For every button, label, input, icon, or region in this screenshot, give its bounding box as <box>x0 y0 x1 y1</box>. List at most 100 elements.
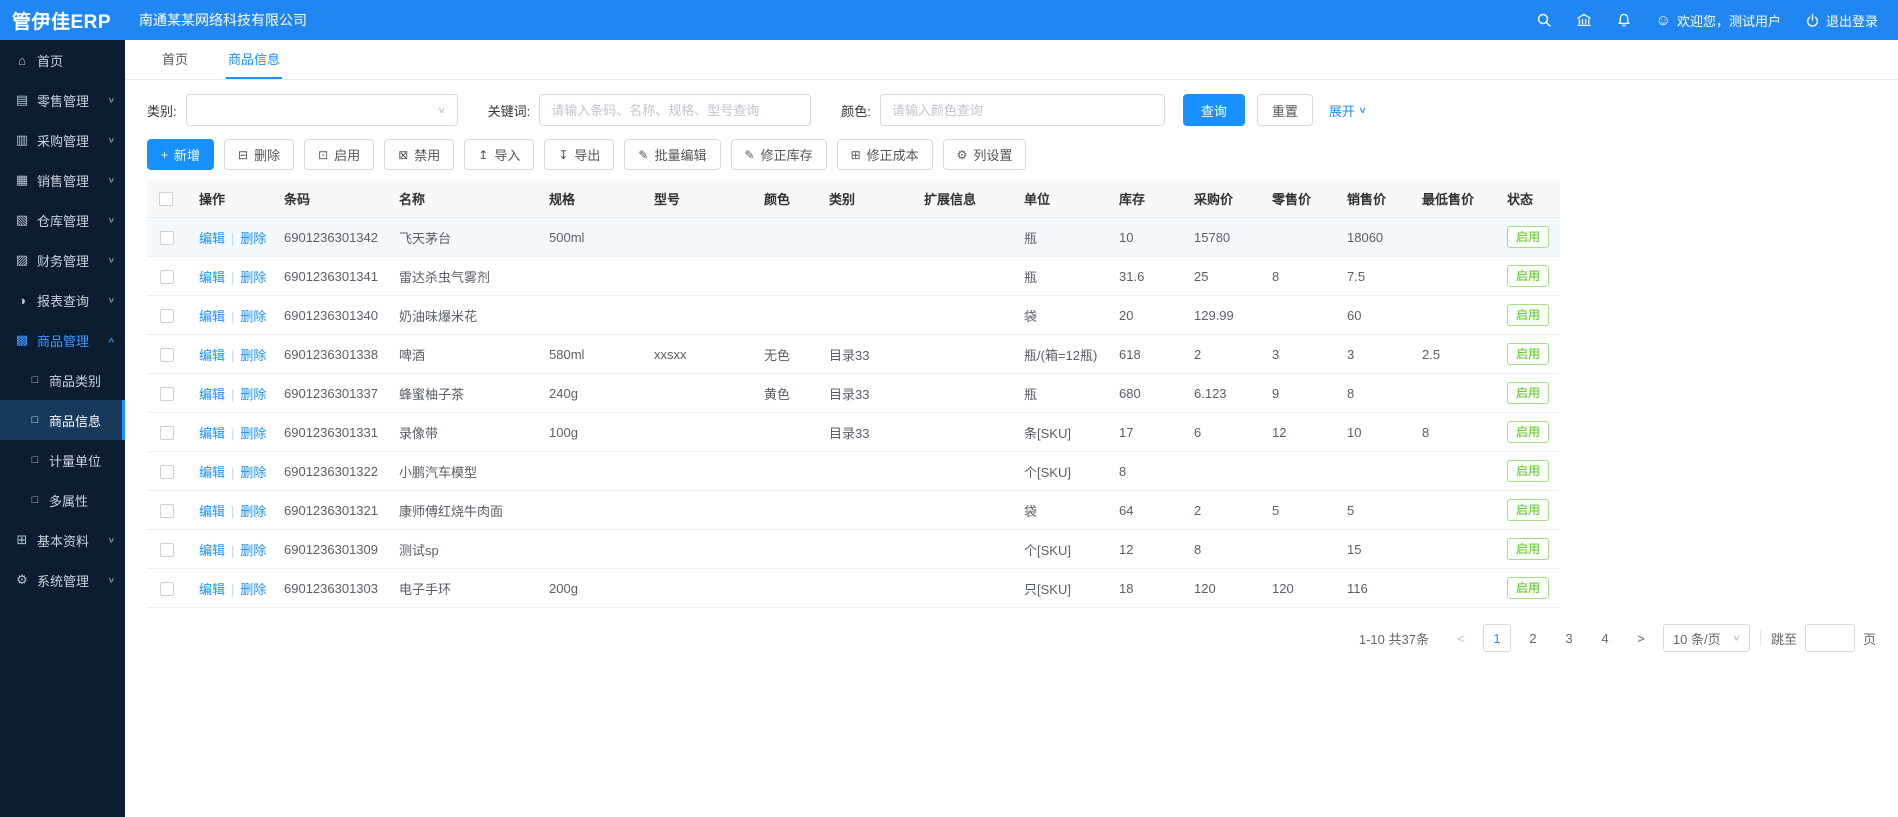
edit-link[interactable]: 编辑 <box>199 465 225 480</box>
edit-link[interactable]: 编辑 <box>199 582 225 597</box>
sidebar-item-purchase[interactable]: ▥采购管理∨ <box>0 120 125 160</box>
enable-button[interactable]: ⊡启用 <box>304 139 374 170</box>
cell-ext <box>912 296 1012 335</box>
bell-icon[interactable] <box>1616 12 1632 28</box>
keyword-input[interactable] <box>539 94 811 126</box>
column-settings-button[interactable]: ⚙列设置 <box>943 139 1027 170</box>
sidebar-subitem-7-2[interactable]: □计量单位 <box>0 440 125 480</box>
reset-button[interactable]: 重置 <box>1257 94 1313 126</box>
chevron-down-icon: ∨ <box>108 295 116 304</box>
cell-retail: 8 <box>1260 257 1335 296</box>
edit-link[interactable]: 编辑 <box>199 426 225 441</box>
page-button-1[interactable]: 1 <box>1483 624 1511 652</box>
cell-barcode: 6901236301303 <box>272 569 387 608</box>
delete-button[interactable]: ⊟删除 <box>224 139 294 170</box>
next-page-button[interactable]: > <box>1627 624 1655 652</box>
row-checkbox[interactable] <box>160 543 174 557</box>
sidebar-subitem-7-1[interactable]: □商品信息 <box>0 400 125 440</box>
cell-color <box>752 218 817 257</box>
cell-spec: 500ml <box>537 218 642 257</box>
sidebar-item-system[interactable]: ⚙系统管理∨ <box>0 560 125 600</box>
sidebar-subitem-7-3[interactable]: □多属性 <box>0 480 125 520</box>
chevron-down-icon: ∨ <box>1732 633 1741 643</box>
cell-purchase: 2 <box>1182 491 1260 530</box>
edit-link[interactable]: 编辑 <box>199 348 225 363</box>
tab-1[interactable]: 商品信息 <box>226 40 282 79</box>
delete-link[interactable]: 删除 <box>240 231 266 246</box>
row-checkbox[interactable] <box>160 387 174 401</box>
row-checkbox[interactable] <box>160 309 174 323</box>
sidebar-item-basic[interactable]: ⊞基本资料∨ <box>0 520 125 560</box>
import-button[interactable]: ↥导入 <box>464 139 534 170</box>
edit-link[interactable]: 编辑 <box>199 309 225 324</box>
row-checkbox[interactable] <box>160 348 174 362</box>
sidebar-item-warehouse[interactable]: ▧仓库管理∨ <box>0 200 125 240</box>
select-all-checkbox[interactable] <box>159 192 173 206</box>
cell-model <box>642 452 752 491</box>
cell-stock: 18 <box>1107 569 1182 608</box>
disable-button[interactable]: ⊠禁用 <box>384 139 454 170</box>
delete-link[interactable]: 删除 <box>240 270 266 285</box>
status-badge: 启用 <box>1507 421 1549 443</box>
delete-link[interactable]: 删除 <box>240 465 266 480</box>
delete-link[interactable]: 删除 <box>240 348 266 363</box>
tab-0[interactable]: 首页 <box>160 40 190 79</box>
delete-link[interactable]: 删除 <box>240 504 266 519</box>
page-button-4[interactable]: 4 <box>1591 624 1619 652</box>
row-checkbox[interactable] <box>160 231 174 245</box>
delete-link[interactable]: 删除 <box>240 543 266 558</box>
app-header: 管伊佳ERP 南通某某网络科技有限公司 ☺ 欢迎您，测试用户 退出登录 <box>0 0 1898 40</box>
sidebar-item-goods[interactable]: ▩商品管理∧ <box>0 320 125 360</box>
page-list: 1234 <box>1483 624 1619 652</box>
add-button[interactable]: +新增 <box>147 139 214 170</box>
export-button[interactable]: ↧导出 <box>544 139 614 170</box>
fix-stock-button[interactable]: ✎修正库存 <box>731 139 827 170</box>
search-icon[interactable] <box>1536 12 1552 28</box>
edit-link[interactable]: 编辑 <box>199 270 225 285</box>
delete-link[interactable]: 删除 <box>240 582 266 597</box>
jump-page-input[interactable] <box>1805 624 1855 652</box>
edit-link[interactable]: 编辑 <box>199 504 225 519</box>
link-separator: | <box>231 504 234 519</box>
sidebar-item-finance[interactable]: ▨财务管理∨ <box>0 240 125 280</box>
sidebar-item-home[interactable]: ⌂首页 <box>0 40 125 80</box>
row-checkbox[interactable] <box>160 426 174 440</box>
fix-cost-button[interactable]: ⊞修正成本 <box>837 139 933 170</box>
color-input[interactable] <box>880 94 1165 126</box>
expand-link[interactable]: 展开 ∨ <box>1329 101 1366 120</box>
sidebar-item-report[interactable]: ◑报表查询∨ <box>0 280 125 320</box>
page-button-2[interactable]: 2 <box>1519 624 1547 652</box>
search-button[interactable]: 查询 <box>1183 94 1245 126</box>
chevron-down-icon: ∨ <box>108 95 116 104</box>
delete-link[interactable]: 删除 <box>240 309 266 324</box>
prev-page-button[interactable]: < <box>1447 624 1475 652</box>
column-header-4: 型号 <box>642 180 752 218</box>
delete-link[interactable]: 删除 <box>240 426 266 441</box>
edit-link[interactable]: 编辑 <box>199 387 225 402</box>
category-select[interactable]: ∨ <box>186 94 458 126</box>
chevron-down-icon: ∨ <box>108 255 116 264</box>
row-checkbox[interactable] <box>160 465 174 479</box>
plus-icon: + <box>161 149 168 161</box>
link-separator: | <box>231 348 234 363</box>
column-header-11: 零售价 <box>1260 180 1335 218</box>
enable-icon: ⊡ <box>318 149 328 161</box>
logout-button[interactable]: 退出登录 <box>1805 11 1878 30</box>
batch-edit-button[interactable]: ✎批量编辑 <box>624 139 720 170</box>
page-size-select[interactable]: 10 条/页 ∨ <box>1663 624 1750 652</box>
sidebar-item-retail[interactable]: ▤零售管理∨ <box>0 80 125 120</box>
edit-link[interactable]: 编辑 <box>199 231 225 246</box>
bank-icon[interactable] <box>1576 12 1592 28</box>
cell-model <box>642 413 752 452</box>
delete-link[interactable]: 删除 <box>240 387 266 402</box>
edit-link[interactable]: 编辑 <box>199 543 225 558</box>
row-checkbox[interactable] <box>160 582 174 596</box>
cell-sale: 8 <box>1335 374 1410 413</box>
row-checkbox[interactable] <box>160 504 174 518</box>
page-button-3[interactable]: 3 <box>1555 624 1583 652</box>
link-separator: | <box>231 465 234 480</box>
sidebar-subitem-7-0[interactable]: □商品类别 <box>0 360 125 400</box>
table-row: 编辑|删除6901236301331录像带100g目录33条[SKU]17612… <box>147 413 1560 452</box>
row-checkbox[interactable] <box>160 270 174 284</box>
sidebar-item-sales[interactable]: ▦销售管理∨ <box>0 160 125 200</box>
